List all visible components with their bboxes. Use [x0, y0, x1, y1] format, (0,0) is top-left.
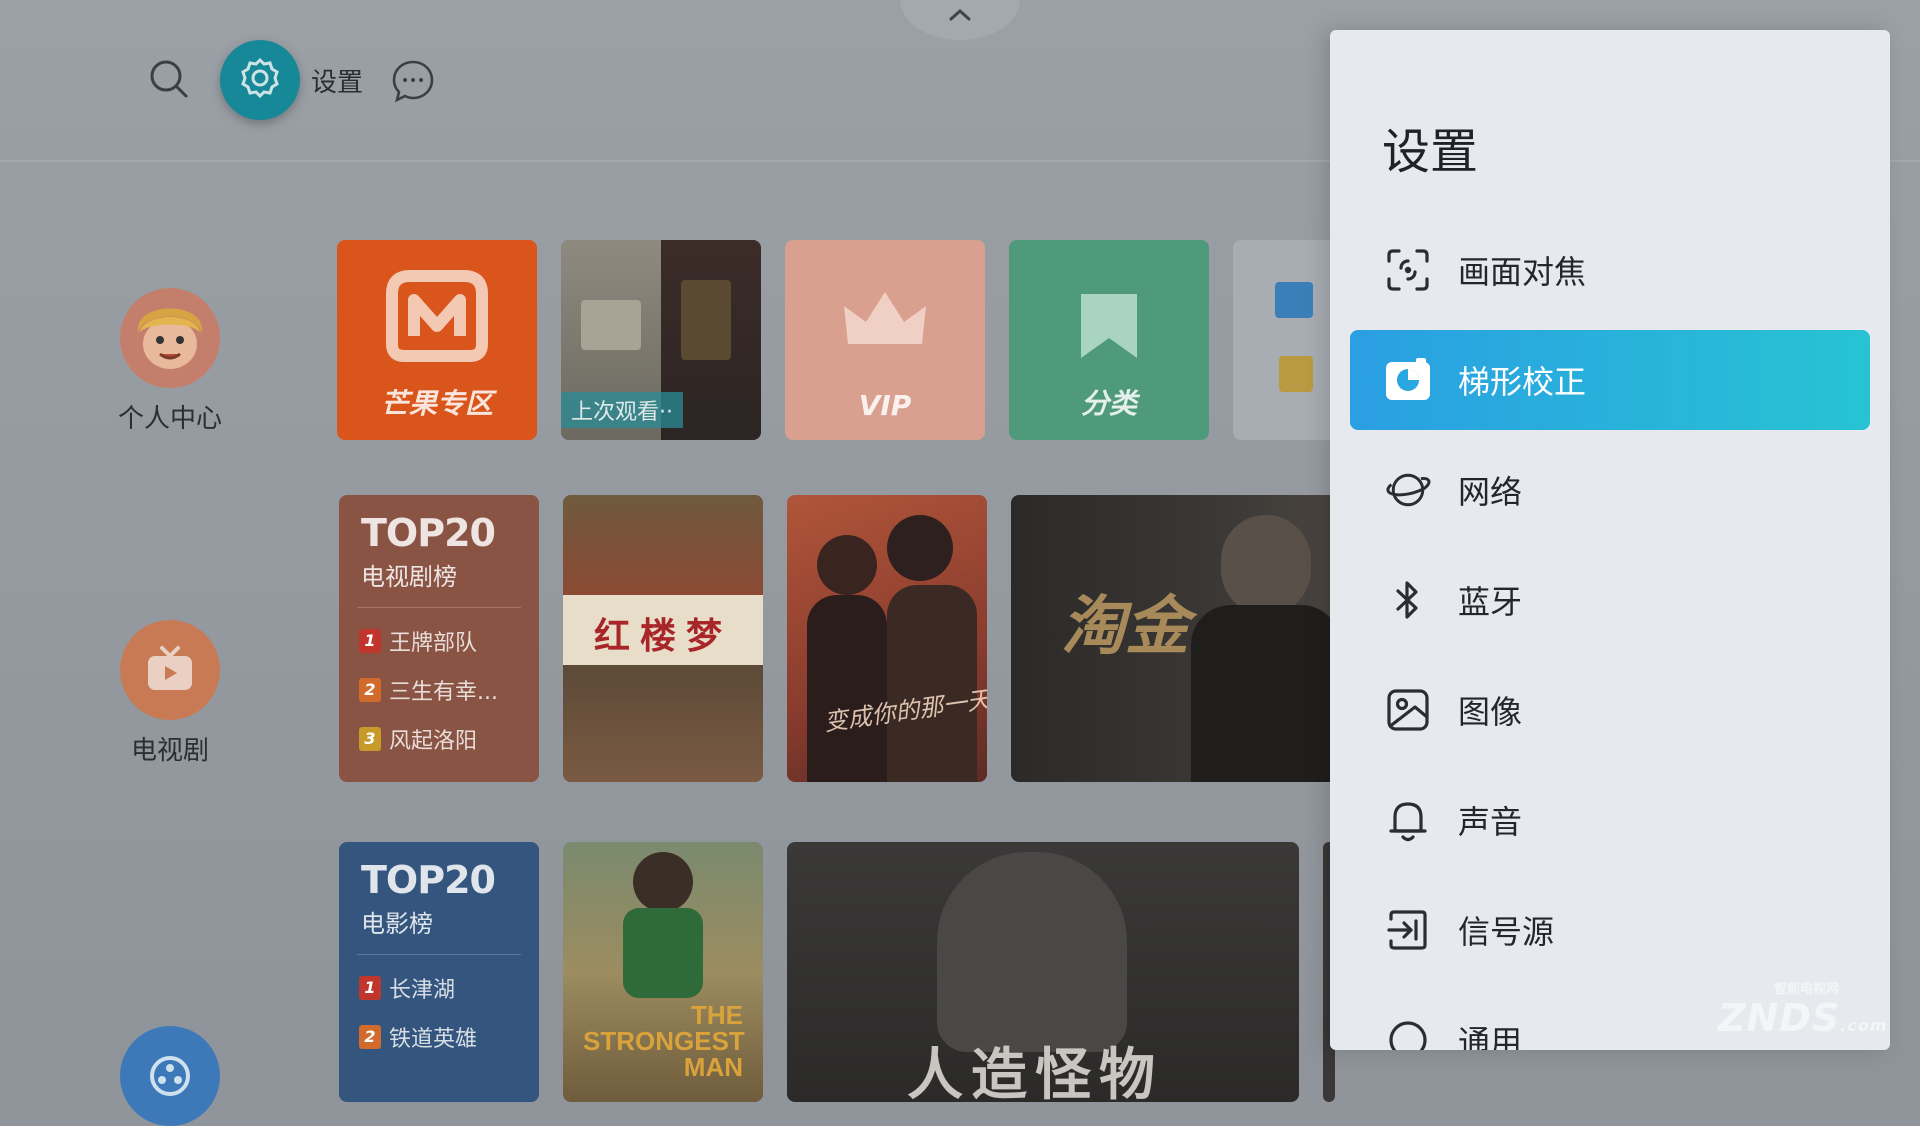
tile-label: 芒果专区 [380, 387, 493, 420]
rank-number: 1 [359, 629, 381, 653]
sidebar-label: 电视剧 [130, 736, 209, 766]
rank-row[interactable]: 3 风起洛阳 [359, 723, 477, 755]
settings-panel: 设置 画面对焦 梯形校正 网络 蓝牙 图像 声音 信号源 通用 [1330, 30, 1890, 1050]
rank-title-text: 铁道英雄 [389, 1027, 478, 1052]
rank-number: 1 [359, 976, 381, 1000]
tv-icon [120, 620, 220, 720]
sidebar-label: 个人中心 [117, 404, 222, 434]
avatar-icon [120, 288, 220, 388]
poster-strongest[interactable]: THE STRONGEST MAN [563, 842, 763, 1102]
watermark-sub: 智能电视网 [1774, 982, 1840, 997]
poster-title: 人造怪物 [907, 1043, 1163, 1102]
tile-mango-zone[interactable]: 芒果专区 [337, 240, 537, 440]
poster-monster[interactable]: 人造怪物 [787, 842, 1299, 1102]
rank-card-tv[interactable]: TOP20 电视剧榜 1 王牌部队 2 三生有幸... 3 风起洛阳 [339, 495, 539, 782]
tile-category[interactable]: 分类 [1009, 240, 1209, 440]
message-icon[interactable] [390, 58, 436, 104]
rank-number: 3 [359, 727, 381, 751]
menu-item-label: 梯形校正 [1458, 363, 1587, 401]
keystone-icon [1384, 356, 1432, 404]
menu-item-image[interactable]: 图像 [1350, 660, 1870, 760]
rank-subtitle: 电视剧榜 [361, 563, 457, 591]
planet-icon [1384, 466, 1432, 514]
menu-item-focus[interactable]: 画面对焦 [1350, 220, 1870, 320]
rank-title-text: 风起洛阳 [389, 729, 478, 754]
rank-subtitle: 电影榜 [361, 910, 433, 938]
rank-title: TOP20 [361, 858, 496, 902]
menu-item-keystone[interactable]: 梯形校正 [1350, 330, 1870, 430]
poster-hongloumeng[interactable]: 红楼梦 [563, 495, 763, 782]
menu-item-label: 声音 [1458, 803, 1523, 841]
menu-item-input-source[interactable]: 信号源 [1350, 880, 1870, 980]
menu-item-label: 图像 [1458, 693, 1523, 731]
shopping-bag-icon [1275, 282, 1313, 318]
rank-row[interactable]: 1 王牌部队 [359, 625, 477, 657]
menu-item-label: 信号源 [1458, 913, 1555, 951]
settings-label: 设置 [311, 68, 364, 98]
watermark-suffix: .com [1840, 1016, 1888, 1035]
last-watched-label: 上次观看·· [561, 392, 683, 428]
focus-frame-icon [1384, 246, 1432, 294]
rank-card-movie[interactable]: TOP20 电影榜 1 长津湖 2 铁道英雄 [339, 842, 539, 1102]
watermark-logo: 智能电视网 ZNDS.com [1708, 972, 1887, 1042]
image-icon [1384, 686, 1432, 734]
bell-icon [1384, 796, 1432, 844]
input-source-icon [1384, 906, 1432, 954]
poster-title: 淘金 [1061, 589, 1189, 664]
rank-title-text: 长津湖 [389, 978, 456, 1003]
divider [357, 954, 521, 955]
menu-item-label: 蓝牙 [1458, 583, 1523, 621]
poster-title: 红楼梦 [593, 615, 732, 657]
watermark-text: ZNDS [1718, 996, 1841, 1040]
poster-taojin[interactable]: 淘金 [1011, 495, 1341, 782]
tile-label: VIP [858, 389, 912, 422]
search-icon[interactable] [146, 56, 192, 102]
rank-title-text: 王牌部队 [389, 631, 478, 656]
poster-title: THE STRONGEST MAN [583, 1000, 745, 1082]
settings-button[interactable] [220, 40, 300, 120]
bookmark-icon [1081, 294, 1137, 358]
menu-item-label: 画面对焦 [1458, 253, 1587, 291]
rank-row[interactable]: 2 铁道英雄 [359, 1021, 477, 1053]
general-icon [1384, 1016, 1432, 1050]
sidebar-item-profile[interactable]: 个人中心 [110, 288, 230, 435]
mango-logo-icon [386, 270, 488, 362]
menu-item-label: 通用 [1458, 1023, 1523, 1050]
rank-row[interactable]: 2 三生有幸... [359, 674, 498, 706]
panel-title: 设置 [1382, 124, 1479, 180]
rank-row[interactable]: 1 长津湖 [359, 972, 455, 1004]
sidebar-item-movie[interactable] [110, 1026, 230, 1126]
notes-icon [1279, 356, 1313, 392]
bluetooth-icon [1384, 576, 1432, 624]
menu-item-network[interactable]: 网络 [1350, 440, 1870, 540]
tile-label: 分类 [1080, 387, 1137, 420]
tile-vip[interactable]: VIP [785, 240, 985, 440]
crown-icon [844, 292, 926, 344]
rank-number: 2 [359, 1025, 381, 1049]
chevron-up-icon[interactable] [930, 0, 990, 38]
gear-icon [237, 55, 283, 105]
menu-item-label: 网络 [1458, 473, 1523, 511]
tile-last-watched[interactable]: 上次观看·· [561, 240, 761, 440]
divider [357, 607, 521, 608]
menu-item-bluetooth[interactable]: 蓝牙 [1350, 550, 1870, 650]
sidebar-item-tv[interactable]: 电视剧 [110, 620, 230, 767]
rank-title: TOP20 [361, 511, 496, 555]
menu-item-sound[interactable]: 声音 [1350, 770, 1870, 870]
poster-romance[interactable]: 变成你的那一天 [787, 495, 987, 782]
rank-number: 2 [359, 678, 381, 702]
film-reel-icon [120, 1026, 220, 1126]
rank-title-text: 三生有幸... [389, 680, 498, 705]
